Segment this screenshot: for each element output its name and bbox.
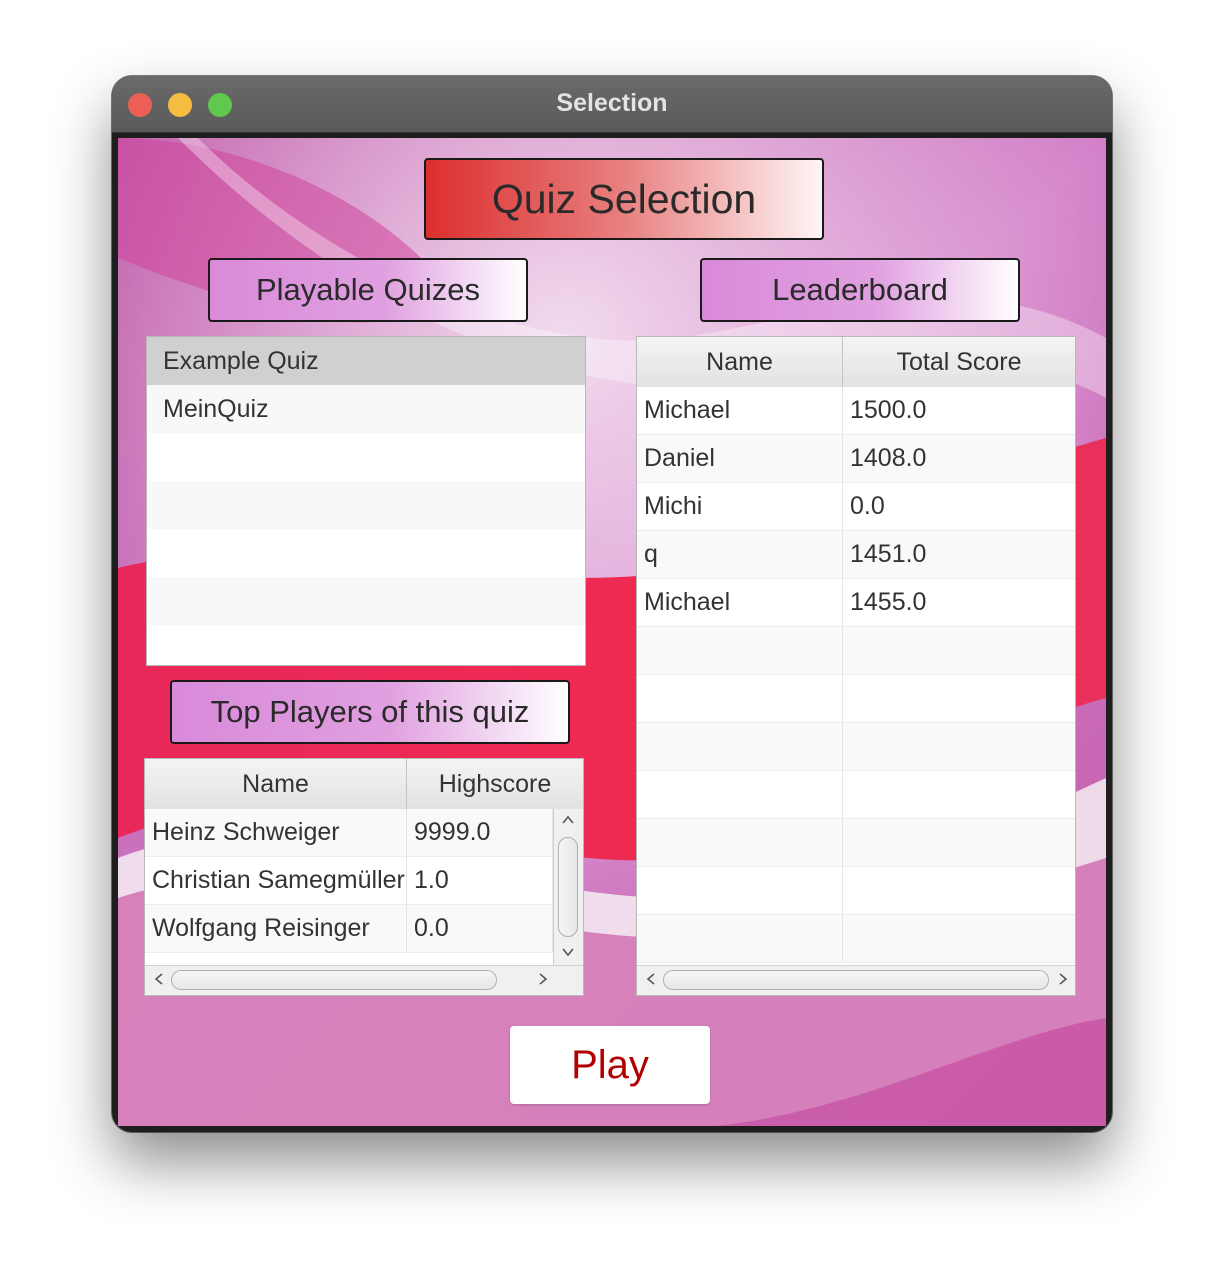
empty-cell <box>637 771 843 818</box>
horizontal-scroll-thumb[interactable] <box>663 970 1049 990</box>
horizontal-scrollbar[interactable] <box>145 965 583 995</box>
quiz-list-empty-row <box>147 577 585 625</box>
window-content: Quiz Selection Playable Quizes Leaderboa… <box>118 138 1106 1126</box>
chevron-right-icon[interactable] <box>1051 968 1075 992</box>
column-header-highscore[interactable]: Highscore <box>407 759 583 809</box>
chevron-left-icon[interactable] <box>639 968 663 992</box>
empty-cell <box>637 675 843 722</box>
table-header: Name Highscore <box>145 759 583 810</box>
vertical-scroll-thumb[interactable] <box>558 837 578 937</box>
player-name-cell: Wolfgang Reisinger <box>145 905 407 952</box>
table-row[interactable]: Daniel 1408.0 <box>637 435 1075 483</box>
leaderboard-table[interactable]: Name Total Score Michael 1500.0 Daniel 1… <box>636 336 1076 996</box>
player-name-cell: Daniel <box>637 435 843 482</box>
empty-cell <box>637 915 843 962</box>
total-score-cell: 1408.0 <box>850 444 927 472</box>
total-score-cell: 0.0 <box>850 492 885 520</box>
empty-table-row <box>637 867 1075 915</box>
player-name-cell: Michael <box>637 387 843 434</box>
table-row[interactable]: Wolfgang Reisinger 0.0 <box>145 905 553 953</box>
leaderboard-heading: Leaderboard <box>700 258 1020 322</box>
quiz-list-empty-row <box>147 433 585 481</box>
highscore-cell: 9999.0 <box>407 809 553 856</box>
empty-cell <box>637 867 843 914</box>
empty-table-row <box>637 627 1075 675</box>
quiz-selection-heading: Quiz Selection <box>424 158 824 240</box>
player-name-cell: Michi <box>637 483 843 530</box>
total-score-cell: 1451.0 <box>850 540 927 568</box>
highscore-cell: 1.0 <box>407 857 553 904</box>
player-name-cell: Christian Samegmüller <box>145 857 407 904</box>
total-score-cell: 1500.0 <box>850 396 927 424</box>
column-header-total-score[interactable]: Total Score <box>843 337 1075 387</box>
quiz-list-empty-row <box>147 481 585 529</box>
empty-table-row <box>637 723 1075 771</box>
player-name-cell: Michael <box>637 579 843 626</box>
play-button[interactable]: Play <box>510 1026 710 1104</box>
horizontal-scrollbar[interactable] <box>637 965 1075 995</box>
highscore-cell: 0.0 <box>407 905 553 952</box>
table-row[interactable]: q 1451.0 <box>637 531 1075 579</box>
empty-table-row <box>637 771 1075 819</box>
table-row[interactable]: Michael 1500.0 <box>637 387 1075 435</box>
vertical-scrollbar[interactable] <box>553 809 583 967</box>
selection-window: Selection Quiz Selection Playable Quizes… <box>112 76 1112 1132</box>
quiz-list[interactable]: Example Quiz MeinQuiz <box>146 336 586 666</box>
table-row[interactable]: Michi 0.0 <box>637 483 1075 531</box>
empty-table-row <box>637 915 1075 963</box>
chevron-up-icon[interactable] <box>556 809 580 833</box>
window-title: Selection <box>556 89 668 117</box>
empty-cell <box>637 819 843 866</box>
table-row[interactable]: Christian Samegmüller 1.0 <box>145 857 553 905</box>
playable-quizzes-heading: Playable Quizes <box>208 258 528 322</box>
horizontal-scroll-thumb[interactable] <box>171 970 497 990</box>
table-row[interactable]: Heinz Schweiger 9999.0 <box>145 809 553 857</box>
chevron-right-icon[interactable] <box>531 968 555 992</box>
empty-cell <box>637 627 843 674</box>
table-row[interactable]: Michael 1455.0 <box>637 579 1075 627</box>
top-players-heading: Top Players of this quiz <box>170 680 570 744</box>
quiz-list-item[interactable]: MeinQuiz <box>147 385 585 433</box>
empty-cell <box>637 723 843 770</box>
player-name-cell: q <box>637 531 843 578</box>
quiz-list-empty-row <box>147 625 585 665</box>
table-header: Name Total Score <box>637 337 1075 388</box>
top-players-table[interactable]: Name Highscore Heinz Schweiger 9999.0 Ch… <box>144 758 584 996</box>
player-name-cell: Heinz Schweiger <box>145 809 407 856</box>
total-score-cell: 1455.0 <box>850 588 927 616</box>
chevron-down-icon[interactable] <box>556 941 580 965</box>
chevron-left-icon[interactable] <box>147 968 171 992</box>
quiz-list-empty-row <box>147 529 585 577</box>
title-bar[interactable]: Selection <box>112 76 1112 133</box>
empty-table-row <box>637 819 1075 867</box>
column-header-name[interactable]: Name <box>145 759 407 809</box>
empty-table-row <box>637 675 1075 723</box>
quiz-list-item[interactable]: Example Quiz <box>147 337 585 385</box>
column-header-name[interactable]: Name <box>637 337 843 387</box>
